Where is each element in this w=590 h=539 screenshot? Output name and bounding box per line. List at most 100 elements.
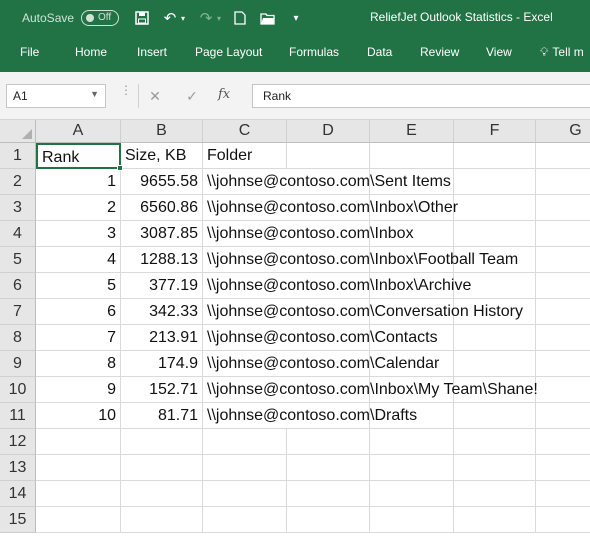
row-header-13[interactable]: 13	[0, 455, 36, 481]
cell-b5[interactable]: 1288.13	[121, 247, 203, 273]
cell-f4[interactable]	[454, 221, 536, 247]
cell-g5[interactable]	[536, 247, 590, 273]
cell-b7[interactable]: 342.33	[121, 299, 203, 325]
row-header-1[interactable]: 1	[0, 143, 36, 169]
cell-c5[interactable]: \\johnse@contoso.com\Inbox\Football Team	[203, 247, 518, 273]
cell-g8[interactable]	[536, 325, 590, 351]
cell-a8[interactable]: 7	[36, 325, 121, 351]
column-header-b[interactable]: B	[121, 120, 203, 143]
tab-data[interactable]: Data	[367, 45, 392, 59]
cell-a3[interactable]: 2	[36, 195, 121, 221]
cell-f12[interactable]	[454, 429, 536, 455]
cell-d13[interactable]	[287, 455, 370, 481]
tab-formulas[interactable]: Formulas	[289, 45, 339, 59]
chevron-down-icon[interactable]: ▼	[90, 89, 99, 99]
cell-a2[interactable]: 1	[36, 169, 121, 195]
cell-b12[interactable]	[121, 429, 203, 455]
cell-f15[interactable]	[454, 507, 536, 533]
undo-dropdown-icon[interactable]: ▾	[178, 8, 188, 28]
row-header-3[interactable]: 3	[0, 195, 36, 221]
cell-a11[interactable]: 10	[36, 403, 121, 429]
cell-f9[interactable]	[454, 351, 536, 377]
cancel-icon[interactable]: ✕	[144, 85, 166, 107]
row-header-11[interactable]: 11	[0, 403, 36, 429]
insert-function-icon[interactable]: fx	[218, 87, 230, 102]
cell-g6[interactable]	[536, 273, 590, 299]
tell-me-search[interactable]: 💡︎ Tell m	[540, 45, 584, 60]
cell-g12[interactable]	[536, 429, 590, 455]
cell-c8[interactable]: \\johnse@contoso.com\Contacts	[203, 325, 438, 351]
column-header-g[interactable]: G	[536, 120, 590, 143]
cell-g13[interactable]	[536, 455, 590, 481]
column-header-f[interactable]: F	[454, 120, 536, 143]
cell-f11[interactable]	[454, 403, 536, 429]
cell-b1[interactable]: Size, KB	[121, 143, 203, 169]
cell-c1[interactable]: Folder	[203, 143, 287, 169]
cell-c12[interactable]	[203, 429, 287, 455]
cell-a9[interactable]: 8	[36, 351, 121, 377]
cell-b15[interactable]	[121, 507, 203, 533]
cell-g14[interactable]	[536, 481, 590, 507]
cell-a5[interactable]: 4	[36, 247, 121, 273]
cell-b14[interactable]	[121, 481, 203, 507]
enter-check-icon[interactable]: ✓	[181, 85, 203, 107]
cell-f3[interactable]	[454, 195, 536, 221]
cell-b10[interactable]: 152.71	[121, 377, 203, 403]
cell-d12[interactable]	[287, 429, 370, 455]
cell-c15[interactable]	[203, 507, 287, 533]
cell-a6[interactable]: 5	[36, 273, 121, 299]
new-document-icon[interactable]	[230, 8, 250, 28]
tab-page-layout[interactable]: Page Layout	[195, 45, 262, 59]
cell-c10[interactable]: \\johnse@contoso.com\Inbox\My Team\Shane…	[203, 377, 538, 403]
row-header-12[interactable]: 12	[0, 429, 36, 455]
cell-b2[interactable]: 9655.58	[121, 169, 203, 195]
cell-a4[interactable]: 3	[36, 221, 121, 247]
cell-c7[interactable]: \\johnse@contoso.com\Conversation Histor…	[203, 299, 523, 325]
redo-icon[interactable]: ↷	[196, 8, 216, 28]
row-header-7[interactable]: 7	[0, 299, 36, 325]
cell-e13[interactable]	[370, 455, 454, 481]
formula-input[interactable]: Rank	[252, 84, 590, 108]
cell-c9[interactable]: \\johnse@contoso.com\Calendar	[203, 351, 439, 377]
cell-b4[interactable]: 3087.85	[121, 221, 203, 247]
autosave-toggle[interactable]: Off	[81, 10, 119, 26]
fill-handle[interactable]	[117, 165, 123, 171]
cell-f8[interactable]	[454, 325, 536, 351]
cell-a13[interactable]	[36, 455, 121, 481]
cell-d15[interactable]	[287, 507, 370, 533]
cell-a10[interactable]: 9	[36, 377, 121, 403]
row-header-5[interactable]: 5	[0, 247, 36, 273]
cell-a14[interactable]	[36, 481, 121, 507]
cell-g10[interactable]	[536, 377, 590, 403]
cell-g3[interactable]	[536, 195, 590, 221]
column-header-a[interactable]: A	[36, 120, 121, 143]
tab-review[interactable]: Review	[420, 45, 459, 59]
open-folder-icon[interactable]	[258, 8, 278, 28]
cell-f2[interactable]	[454, 169, 536, 195]
cell-g2[interactable]	[536, 169, 590, 195]
column-header-d[interactable]: D	[287, 120, 370, 143]
cell-g9[interactable]	[536, 351, 590, 377]
cell-e12[interactable]	[370, 429, 454, 455]
name-box[interactable]: A1 ▼	[6, 84, 106, 108]
save-icon[interactable]	[132, 8, 152, 28]
row-header-15[interactable]: 15	[0, 507, 36, 533]
cell-e15[interactable]	[370, 507, 454, 533]
row-header-9[interactable]: 9	[0, 351, 36, 377]
row-header-14[interactable]: 14	[0, 481, 36, 507]
cell-c6[interactable]: \\johnse@contoso.com\Inbox\Archive	[203, 273, 471, 299]
cell-c11[interactable]: \\johnse@contoso.com\Drafts	[203, 403, 417, 429]
cell-g15[interactable]	[536, 507, 590, 533]
cell-c13[interactable]	[203, 455, 287, 481]
cell-e14[interactable]	[370, 481, 454, 507]
tab-home[interactable]: Home	[75, 45, 107, 59]
tab-view[interactable]: View	[486, 45, 512, 59]
row-header-10[interactable]: 10	[0, 377, 36, 403]
resize-handle-icon[interactable]: ⋮	[120, 84, 132, 96]
cell-a15[interactable]	[36, 507, 121, 533]
cell-f13[interactable]	[454, 455, 536, 481]
undo-icon[interactable]: ↶	[160, 8, 180, 28]
row-header-6[interactable]: 6	[0, 273, 36, 299]
cell-a12[interactable]	[36, 429, 121, 455]
redo-dropdown-icon[interactable]: ▾	[214, 8, 224, 28]
